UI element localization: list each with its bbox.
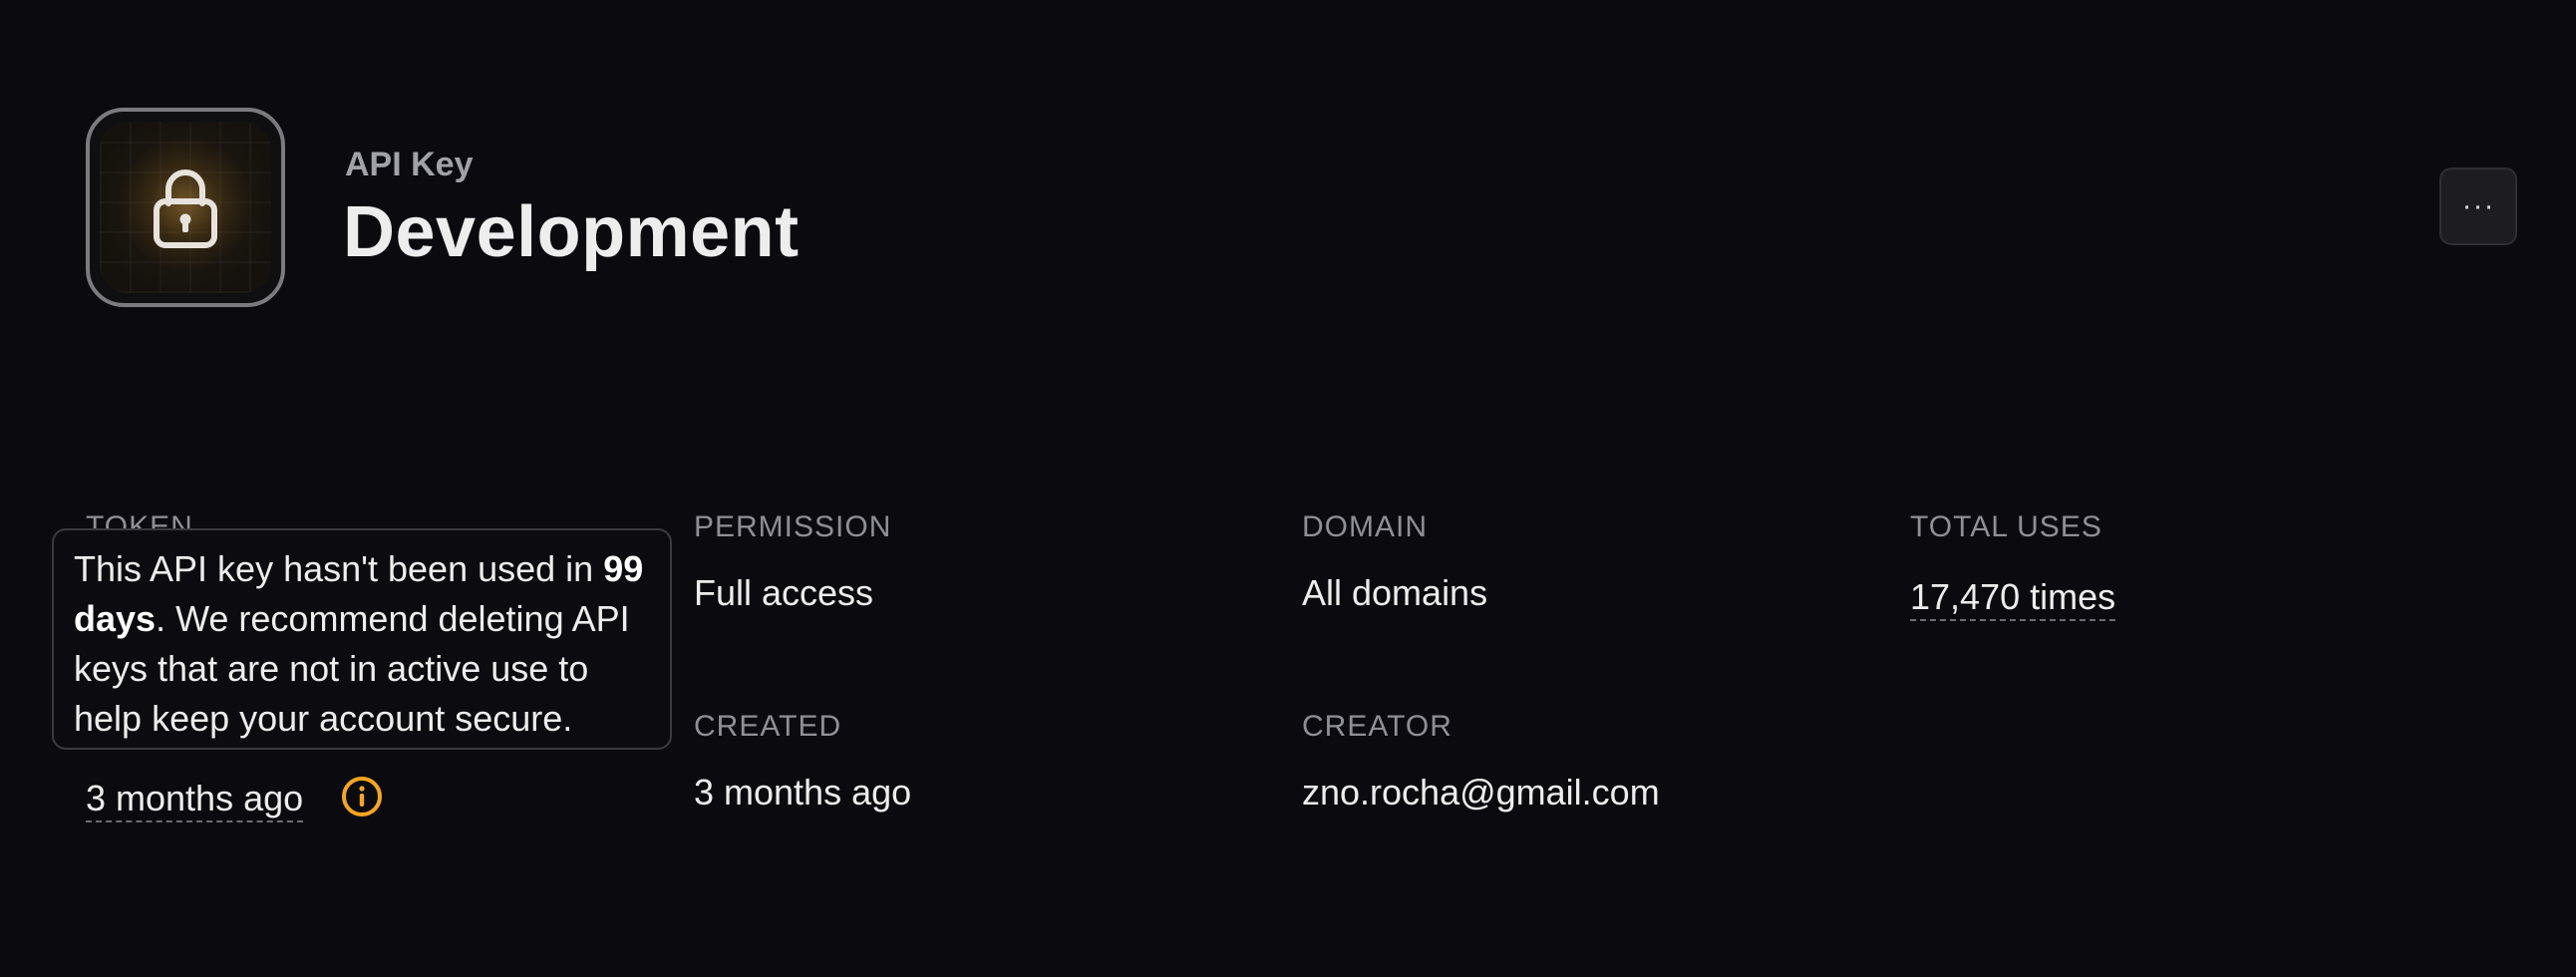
ellipsis-icon: ··· xyxy=(2461,189,2495,222)
tooltip-text-start: This API key hasn't been used in xyxy=(74,548,604,589)
api-key-page: API Key Development ··· TOKEN 3 months a… xyxy=(0,0,2576,977)
total-uses-label: TOTAL USES xyxy=(1910,510,2102,543)
token-last-used-text: 3 months ago xyxy=(86,778,304,822)
page-eyebrow: API Key xyxy=(345,146,474,183)
total-uses-value[interactable]: 17,470 times xyxy=(1910,576,2116,621)
created-value: 3 months ago xyxy=(694,772,912,813)
permission-label: PERMISSION xyxy=(694,510,892,543)
created-label: CREATED xyxy=(694,710,842,743)
token-last-used-value[interactable]: 3 months ago xyxy=(86,778,304,822)
tooltip-text-end: . We recommend deleting API keys that ar… xyxy=(74,598,630,739)
creator-value: zno.rocha@gmail.com xyxy=(1302,772,1660,813)
creator-label: CREATOR xyxy=(1302,710,1452,743)
page-title: Development xyxy=(343,192,800,272)
total-uses-text: 17,470 times xyxy=(1910,576,2116,621)
info-icon[interactable] xyxy=(341,776,383,817)
domain-value: All domains xyxy=(1302,572,1488,613)
domain-label: DOMAIN xyxy=(1302,510,1428,543)
unused-key-tooltip: This API key hasn't been used in 99 days… xyxy=(52,528,672,750)
app-icon-background xyxy=(100,122,271,293)
permission-value: Full access xyxy=(694,572,874,613)
api-key-app-icon xyxy=(86,108,285,307)
more-options-button[interactable]: ··· xyxy=(2439,167,2517,245)
lock-icon xyxy=(154,169,217,248)
